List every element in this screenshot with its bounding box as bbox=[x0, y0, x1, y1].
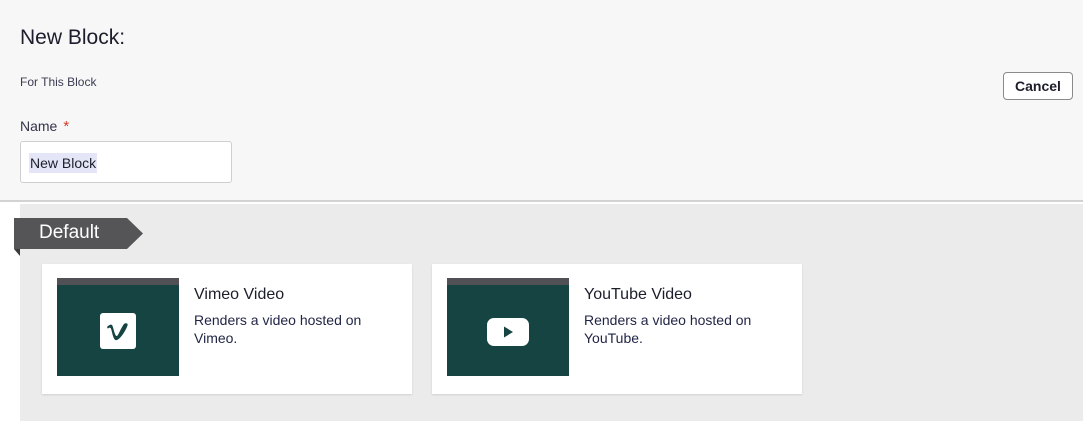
card-description: Renders a video hosted on Vimeo. bbox=[194, 312, 362, 346]
page-subtitle: For This Block bbox=[20, 75, 97, 89]
required-asterisk: * bbox=[63, 118, 70, 135]
play-glyph bbox=[504, 326, 513, 338]
card-title: YouTube Video bbox=[584, 286, 692, 303]
thumbnail-top-bar bbox=[57, 278, 179, 285]
group-tab-default: Default bbox=[14, 218, 143, 249]
block-header: New Block: For This Block Cancel Name * N… bbox=[0, 0, 1083, 202]
name-label-text: Name bbox=[20, 118, 58, 134]
thumbnail-top-bar bbox=[447, 278, 569, 285]
card-thumbnail bbox=[57, 278, 179, 376]
youtube-icon bbox=[487, 318, 529, 346]
card-title: Vimeo Video bbox=[194, 286, 285, 303]
group-tab-fold bbox=[14, 249, 20, 256]
vimeo-glyph bbox=[107, 323, 128, 341]
card-description: Renders a video hosted on YouTube. bbox=[584, 312, 752, 346]
block-card-youtube[interactable]: YouTube Video Renders a video hosted on … bbox=[432, 264, 802, 394]
name-input[interactable]: New Block bbox=[20, 141, 232, 183]
page-title: New Block: bbox=[20, 26, 126, 49]
block-card-vimeo[interactable]: Vimeo Video Renders a video hosted on Vi… bbox=[42, 264, 412, 394]
name-input-value: New Block bbox=[29, 153, 98, 173]
card-thumbnail bbox=[447, 278, 569, 376]
name-field-label: Name * bbox=[20, 118, 69, 135]
vimeo-icon bbox=[100, 313, 136, 349]
cancel-button[interactable]: Cancel bbox=[1003, 72, 1073, 100]
